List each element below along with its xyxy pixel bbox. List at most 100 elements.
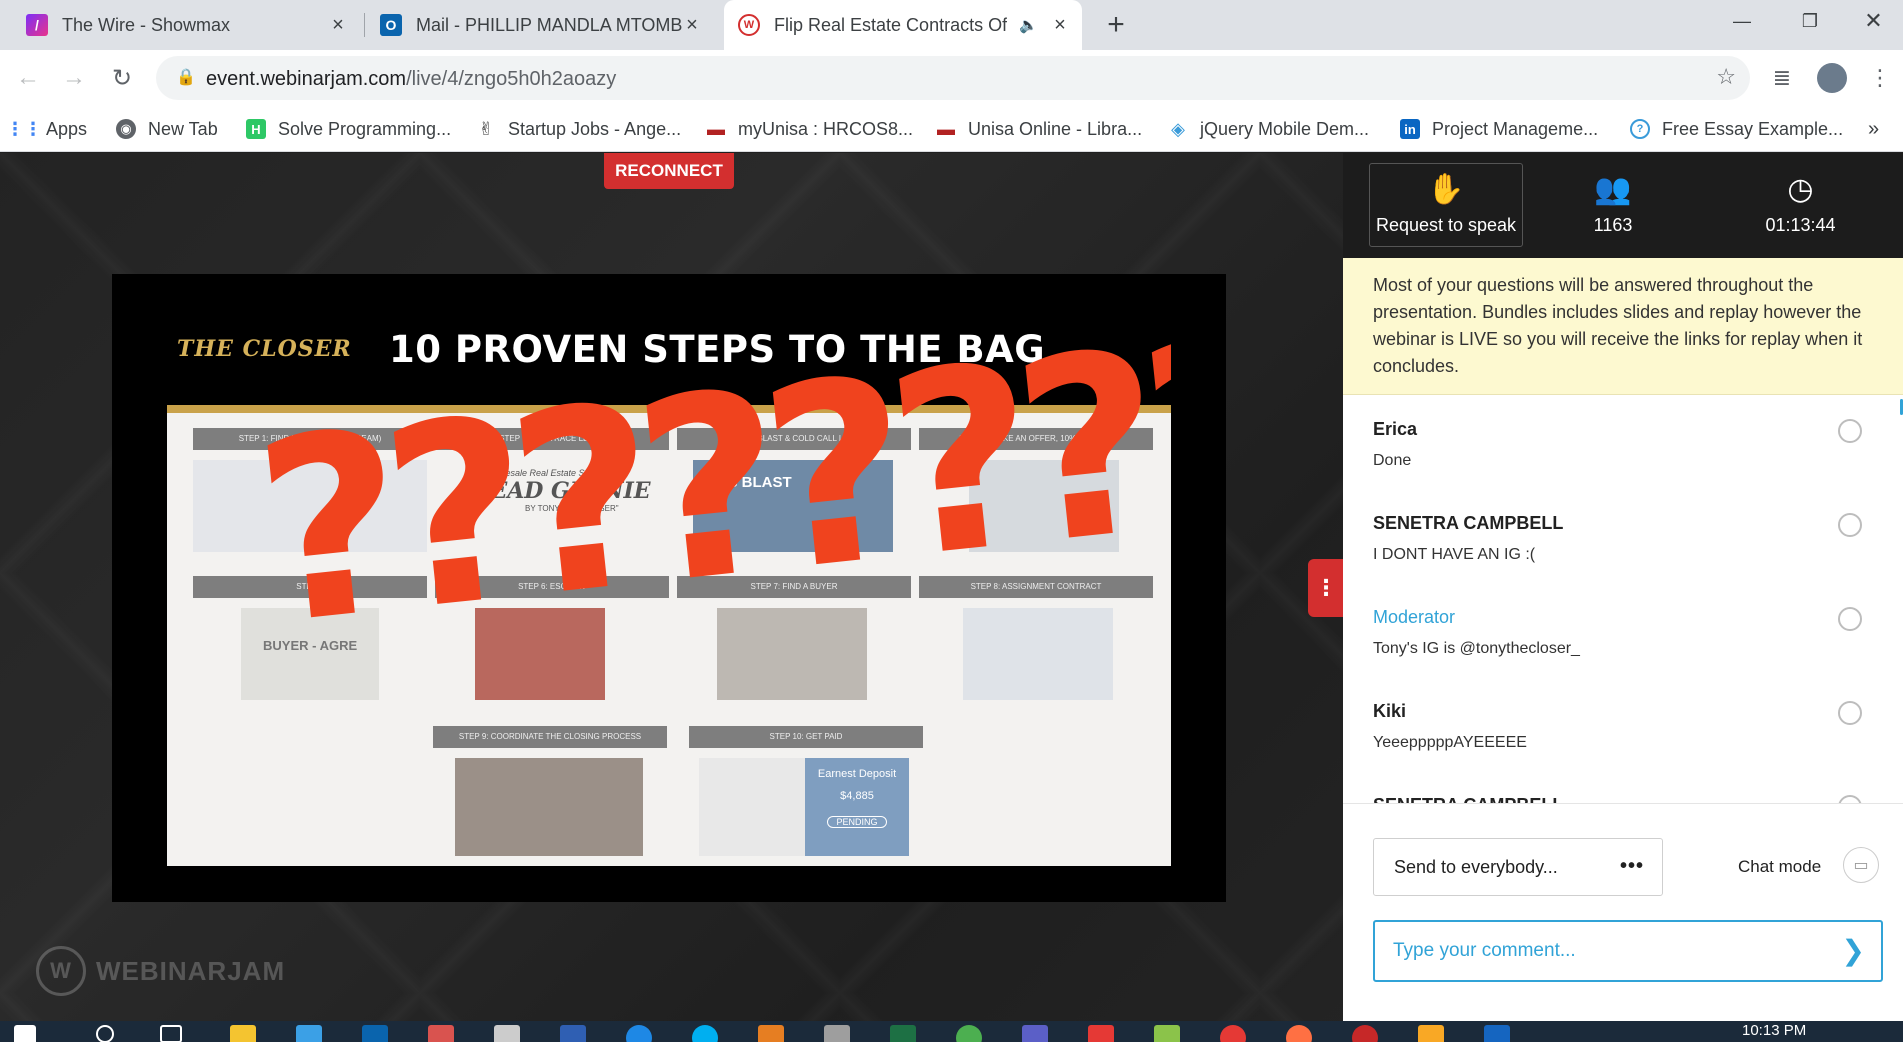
lock-icon[interactable]: 🔒 [176, 67, 196, 87]
back-icon[interactable]: ← [8, 58, 48, 98]
url-text[interactable]: event.webinarjam.com/live/4/zngo5h0h2aoa… [206, 68, 616, 91]
reconnect-button[interactable]: RECONNECT [604, 153, 734, 189]
app-icon[interactable] [1286, 1025, 1312, 1042]
step-title: STEP 10: GET PAID [689, 726, 923, 748]
webinarjam-logo-icon: W [36, 946, 86, 996]
chat-messages[interactable]: Erica Done SENETRA CAMPBELL I DONT HAVE … [1343, 395, 1903, 803]
app-icon[interactable] [1220, 1025, 1246, 1042]
side-menu-toggle[interactable]: ⋮ [1308, 559, 1343, 617]
webinarjam-watermark: W WEBINARJAM [36, 946, 285, 996]
more-options-icon[interactable]: ••• [1620, 855, 1644, 878]
app-icon[interactable] [1484, 1025, 1510, 1042]
taskbar-clock[interactable]: 10:13 PM [1742, 1022, 1806, 1039]
app-icon[interactable] [428, 1025, 454, 1042]
restore-icon[interactable]: ❐ [1776, 0, 1844, 42]
tab-mail[interactable]: O Mail - PHILLIP MANDLA MTOMB × [368, 0, 714, 50]
excel-icon[interactable] [890, 1025, 916, 1042]
app-icon[interactable] [1154, 1025, 1180, 1042]
step-thumbnail-paid: Earnest Deposit $4,885 PENDING [699, 758, 909, 856]
earnest-deposit-card: Earnest Deposit $4,885 PENDING [805, 758, 909, 856]
bookmark-star-icon[interactable]: ☆ [1716, 64, 1736, 90]
edge-icon[interactable] [296, 1025, 322, 1042]
clock-icon: ◷ [1787, 172, 1814, 206]
chat-message: SENETRA CAMPBELL I DONT HAVE AN IG :( [1373, 503, 1873, 597]
message-select-radio[interactable] [1838, 701, 1862, 725]
tab-divider [364, 13, 365, 37]
attendee-count-value: 1163 [1593, 214, 1633, 235]
speaker-icon[interactable]: 🔈 [1019, 16, 1038, 34]
bookmark-free-essay[interactable]: ? Free Essay Example... [1630, 114, 1843, 144]
bookmark-hackerrank[interactable]: H Solve Programming... [246, 114, 451, 144]
slide-step: STEP 10: GET PAID Earnest Deposit $4,885… [689, 726, 923, 856]
task-view-icon[interactable] [160, 1025, 182, 1042]
message-select-radio[interactable] [1838, 795, 1862, 803]
request-to-speak-label: Request to speak [1375, 214, 1517, 235]
app-icon[interactable] [1088, 1025, 1114, 1042]
message-text: YeeepppppAYEEEEE [1373, 734, 1527, 751]
app-icon[interactable] [626, 1025, 652, 1042]
chat-mode-toggle[interactable]: ▭ [1843, 847, 1879, 883]
comment-input[interactable] [1393, 940, 1813, 962]
earnest-deposit-label: Earnest Deposit [817, 768, 897, 780]
windows-start-icon[interactable] [14, 1025, 36, 1042]
search-icon[interactable] [96, 1025, 114, 1042]
forward-icon[interactable]: → [54, 58, 94, 98]
address-bar[interactable]: 🔒 event.webinarjam.com/live/4/zngo5h0h2a… [156, 56, 1750, 100]
message-author: Erica [1373, 419, 1418, 439]
close-tab-icon[interactable]: × [682, 15, 702, 35]
app-icon[interactable] [824, 1025, 850, 1042]
chat-message: Kiki YeeepppppAYEEEEE [1373, 691, 1873, 785]
message-author-moderator: Moderator [1373, 607, 1456, 627]
message-select-radio[interactable] [1838, 513, 1862, 537]
minimize-icon[interactable]: — [1708, 0, 1776, 42]
slide-step: STEP 9: COORDINATE THE CLOSING PROCESS [433, 726, 667, 856]
bookmark-label: Startup Jobs - Ange... [508, 118, 682, 139]
chat-mode-label: Chat mode [1738, 857, 1822, 876]
app-icon[interactable] [494, 1025, 520, 1042]
message-select-radio[interactable] [1838, 607, 1862, 631]
outlook-taskbar-icon[interactable] [362, 1025, 388, 1042]
message-text: Done [1373, 452, 1412, 469]
send-to-dropdown[interactable]: Send to everybody... ••• [1373, 838, 1663, 896]
tab-webinar[interactable]: W Flip Real Estate Contracts Of 🔈 × [724, 0, 1082, 50]
bookmark-unisa-online[interactable]: ▬ Unisa Online - Libra... [936, 114, 1142, 144]
profile-avatar[interactable] [1812, 58, 1852, 98]
bookmark-jquery[interactable]: ◈ jQuery Mobile Dem... [1168, 114, 1369, 144]
bookmark-label: myUnisa : HRCOS8... [738, 118, 914, 139]
app-icon[interactable] [560, 1025, 586, 1042]
bookmark-myunisa[interactable]: ▬ myUnisa : HRCOS8... [706, 114, 913, 144]
vertical-dots-icon: ⋮ [1315, 575, 1337, 600]
unisa-icon: ▬ [707, 118, 725, 139]
file-explorer-icon[interactable] [230, 1025, 256, 1042]
app-icon[interactable] [758, 1025, 784, 1042]
reload-icon[interactable]: ↻ [102, 58, 142, 98]
comment-field[interactable]: ❯ [1373, 920, 1883, 982]
bookmark-linkedin[interactable]: in Project Manageme... [1400, 114, 1598, 144]
send-arrow-icon[interactable]: ❯ [1842, 936, 1865, 966]
media-control-icon[interactable]: ≣ [1762, 58, 1802, 98]
chrome-icon[interactable] [956, 1025, 982, 1042]
browser-menu-icon[interactable]: ⋮ [1860, 58, 1900, 98]
video-player[interactable]: THE CLOSER 10 PROVEN STEPS TO THE BAG ST… [112, 274, 1226, 902]
bookmark-apps[interactable]: ⋮⋮ Apps [6, 114, 88, 144]
message-select-radio[interactable] [1838, 419, 1862, 443]
bookmark-label: Apps [46, 118, 88, 139]
new-tab-button[interactable]: + [1096, 0, 1136, 50]
bookmarks-overflow-icon[interactable]: » [1868, 114, 1879, 144]
app-icon[interactable] [1418, 1025, 1444, 1042]
skype-icon[interactable] [692, 1025, 718, 1042]
attendee-count: 👥 1163 [1538, 163, 1688, 247]
close-tab-icon[interactable]: × [328, 15, 348, 35]
moderator-notice: Most of your questions will be answered … [1343, 258, 1903, 395]
bookmark-new-tab[interactable]: ◉ New Tab [116, 114, 218, 144]
step-thumbnail-closing [455, 758, 643, 856]
app-icon[interactable] [1352, 1025, 1378, 1042]
request-to-speak-button[interactable]: ✋ Request to speak [1369, 163, 1523, 247]
message-author: SENETRA CAMPBELL [1373, 513, 1564, 533]
close-window-icon[interactable]: ✕ [1844, 0, 1903, 42]
teams-icon[interactable] [1022, 1025, 1048, 1042]
bookmark-label: Unisa Online - Libra... [968, 118, 1143, 139]
tab-showmax[interactable]: / The Wire - Showmax × [14, 0, 360, 50]
close-tab-icon[interactable]: × [1050, 15, 1070, 35]
bookmark-angellist[interactable]: ✌ Startup Jobs - Ange... [476, 114, 681, 144]
